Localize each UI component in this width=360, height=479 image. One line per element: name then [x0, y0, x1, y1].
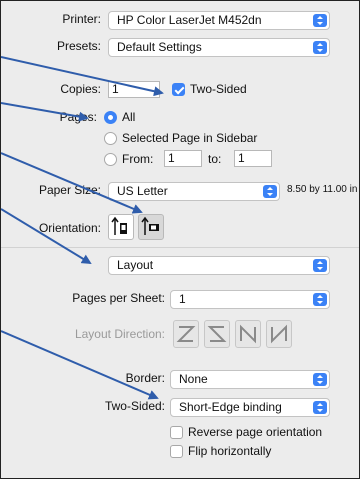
border-label: Border: [125, 371, 165, 385]
paper-size-popup[interactable]: US Letter [108, 182, 280, 201]
pages-to-input[interactable]: 1 [234, 150, 272, 167]
portrait-page-icon [111, 216, 127, 235]
pages-selected-radio[interactable] [104, 132, 117, 145]
section-popup[interactable]: Layout [108, 256, 330, 275]
orientation-label: Orientation: [38, 221, 101, 235]
two-sided-label: Two-Sided: [104, 399, 165, 413]
paper-size-dimensions: 8.50 by 11.00 in [287, 184, 358, 195]
pages-label: Pages: [59, 110, 97, 124]
pages-from-input[interactable]: 1 [164, 150, 202, 167]
chevron-updown-icon [313, 14, 327, 27]
pages-from-label: From: [122, 152, 154, 166]
pages-per-sheet-label: Pages per Sheet: [72, 291, 165, 305]
border-value: None [179, 372, 208, 386]
chevron-updown-icon [313, 41, 327, 54]
reverse-orientation-label: Reverse page orientation [188, 425, 323, 439]
chevron-updown-icon [313, 373, 327, 386]
pages-all-label: All [122, 110, 136, 124]
pages-selected-label: Selected Page in Sidebar [122, 131, 258, 145]
pages-to-label: to: [208, 152, 222, 166]
printer-value: HP Color LaserJet M452dn [117, 13, 262, 27]
direction-n-icon [240, 324, 256, 344]
flip-horizontally-checkbox[interactable] [170, 445, 183, 458]
flip-horizontally-label: Flip horizontally [188, 444, 272, 458]
layout-direction-label: Layout Direction: [74, 327, 165, 341]
presets-label: Presets: [56, 39, 101, 53]
border-popup[interactable]: None [170, 370, 330, 389]
chevron-updown-icon [313, 293, 327, 306]
arrow-two-sided [1, 330, 159, 400]
pages-per-sheet-value: 1 [179, 292, 186, 306]
two-sided-checkbox-label: Two-Sided [190, 82, 247, 96]
print-dialog: Printer: HP Color LaserJet M452dn Preset… [0, 0, 360, 479]
orientation-landscape-button[interactable] [138, 214, 164, 240]
two-sided-value: Short-Edge binding [179, 400, 282, 414]
presets-popup[interactable]: Default Settings [108, 38, 330, 57]
pages-from-radio[interactable] [104, 153, 117, 166]
reverse-orientation-checkbox[interactable] [170, 426, 183, 439]
printer-label: Printer: [62, 12, 101, 26]
section-value: Layout [117, 258, 154, 272]
layout-direction-s-button[interactable] [204, 320, 230, 348]
direction-s-icon [207, 326, 227, 342]
chevron-updown-icon [313, 259, 327, 272]
paper-size-label: Paper Size: [38, 183, 101, 197]
copies-label: Copies: [60, 82, 101, 96]
two-sided-popup[interactable]: Short-Edge binding [170, 398, 330, 417]
copies-input[interactable]: 1 [108, 81, 160, 98]
pages-all-radio[interactable] [104, 111, 117, 124]
layout-direction-n-button[interactable] [235, 320, 261, 348]
two-sided-checkbox[interactable] [172, 83, 185, 96]
pages-per-sheet-popup[interactable]: 1 [170, 290, 330, 309]
chevron-updown-icon [263, 185, 277, 198]
paper-size-value: US Letter [117, 184, 168, 198]
layout-direction-z-button[interactable] [173, 320, 199, 348]
direction-reverse-n-icon [271, 324, 287, 344]
chevron-updown-icon [313, 401, 327, 414]
separator [1, 247, 359, 248]
direction-z-icon [176, 326, 196, 342]
landscape-page-icon [141, 216, 159, 235]
arrow-layout [1, 208, 92, 265]
presets-value: Default Settings [117, 40, 202, 54]
layout-direction-reverse-n-button[interactable] [266, 320, 292, 348]
printer-popup[interactable]: HP Color LaserJet M452dn [108, 11, 330, 30]
orientation-portrait-button[interactable] [108, 214, 134, 240]
